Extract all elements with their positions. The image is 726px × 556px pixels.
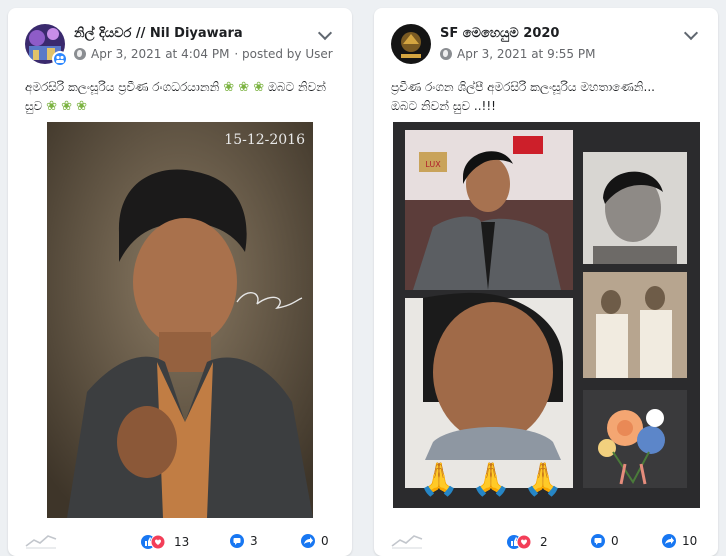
caption-line-1: ප්‍රවීණ රංගන ශිල්පී අමරසිරි කලංසූරිය මහත… [391, 80, 655, 94]
post-meta: Apr 3, 2021 at 9:55 PM [440, 47, 595, 61]
post-meta: Apr 3, 2021 at 4:04 PM · posted by User [74, 47, 333, 61]
collage-photo[interactable]: LUX 🙏 🙏 🙏 [393, 122, 700, 508]
reactions-number: 13 [174, 535, 190, 549]
posted-by: · posted by User [234, 47, 333, 61]
like-icon [141, 534, 166, 550]
post-author[interactable]: SF මෙහෙයුම 2020 [440, 26, 559, 41]
chevron-down-icon[interactable] [683, 25, 699, 41]
like-icon [507, 534, 532, 550]
shares-count[interactable]: 0 [301, 534, 329, 548]
post-caption: අමරසිරි කලංසූරිය ප්‍රවීණ රංගධරයානනි ❀ ❀ … [25, 78, 340, 116]
caption-text: අමරසිරි කලංසූරිය ප්‍රවීණ රංගධරයානනි [25, 80, 220, 94]
post-timestamp[interactable]: Apr 3, 2021 at 9:55 PM [457, 47, 595, 61]
comments-number: 3 [250, 534, 258, 548]
post-footer: 2 0 10 [374, 526, 718, 556]
post-author[interactable]: නිල් දියවර // Nil Diyawara [74, 26, 243, 41]
portrait-photo[interactable]: 15-12-2016 [47, 122, 313, 518]
lux-label: LUX [425, 160, 441, 169]
reactions-count[interactable]: 2 [506, 534, 548, 550]
trend-icon[interactable] [24, 530, 58, 550]
flower-icon: ❀ ❀ ❀ [46, 99, 88, 114]
flower-icon: ❀ ❀ ❀ [223, 80, 265, 95]
group-badge-icon [52, 51, 68, 67]
praying-hands-icon: 🙏 [523, 460, 563, 498]
chevron-down-icon[interactable] [317, 25, 333, 41]
globe-icon [74, 48, 86, 60]
praying-hands-icon: 🙏 [471, 460, 511, 498]
caption-line-2: ඔබට නිවන් සුව ..!!! [391, 99, 496, 113]
reactions-number: 2 [540, 535, 548, 549]
trend-icon[interactable] [390, 530, 424, 550]
comments-count[interactable]: 0 [591, 534, 619, 548]
page-avatar[interactable] [391, 24, 431, 64]
share-icon [301, 534, 315, 548]
shares-number: 0 [321, 534, 329, 548]
post-card-nil-diyawara: නිල් දියවර // Nil Diyawara Apr 3, 2021 a… [8, 8, 352, 556]
comment-icon [591, 534, 605, 548]
photo-date-stamp: 15-12-2016 [224, 132, 305, 148]
globe-icon [440, 48, 452, 60]
shares-count[interactable]: 10 [662, 534, 697, 548]
praying-hands-icon: 🙏 [419, 460, 459, 498]
share-icon [662, 534, 676, 548]
post-timestamp[interactable]: Apr 3, 2021 at 4:04 PM [91, 47, 229, 61]
comments-count[interactable]: 3 [230, 534, 258, 548]
comment-icon [230, 534, 244, 548]
reactions-count[interactable]: 13 [140, 534, 189, 550]
shares-number: 10 [682, 534, 698, 548]
comments-number: 0 [611, 534, 619, 548]
post-card-sf-meheyuma: SF මෙහෙයුම 2020 Apr 3, 2021 at 9:55 PM ප… [374, 8, 718, 556]
post-caption: ප්‍රවීණ රංගන ශිල්පී අමරසිරි කලංසූරිය මහත… [391, 78, 706, 116]
post-footer: 13 3 0 [8, 526, 352, 556]
